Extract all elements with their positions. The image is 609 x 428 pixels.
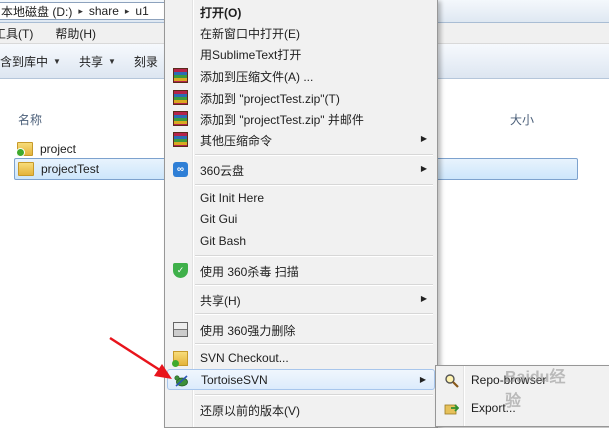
annotation-arrow-icon [109,336,172,379]
